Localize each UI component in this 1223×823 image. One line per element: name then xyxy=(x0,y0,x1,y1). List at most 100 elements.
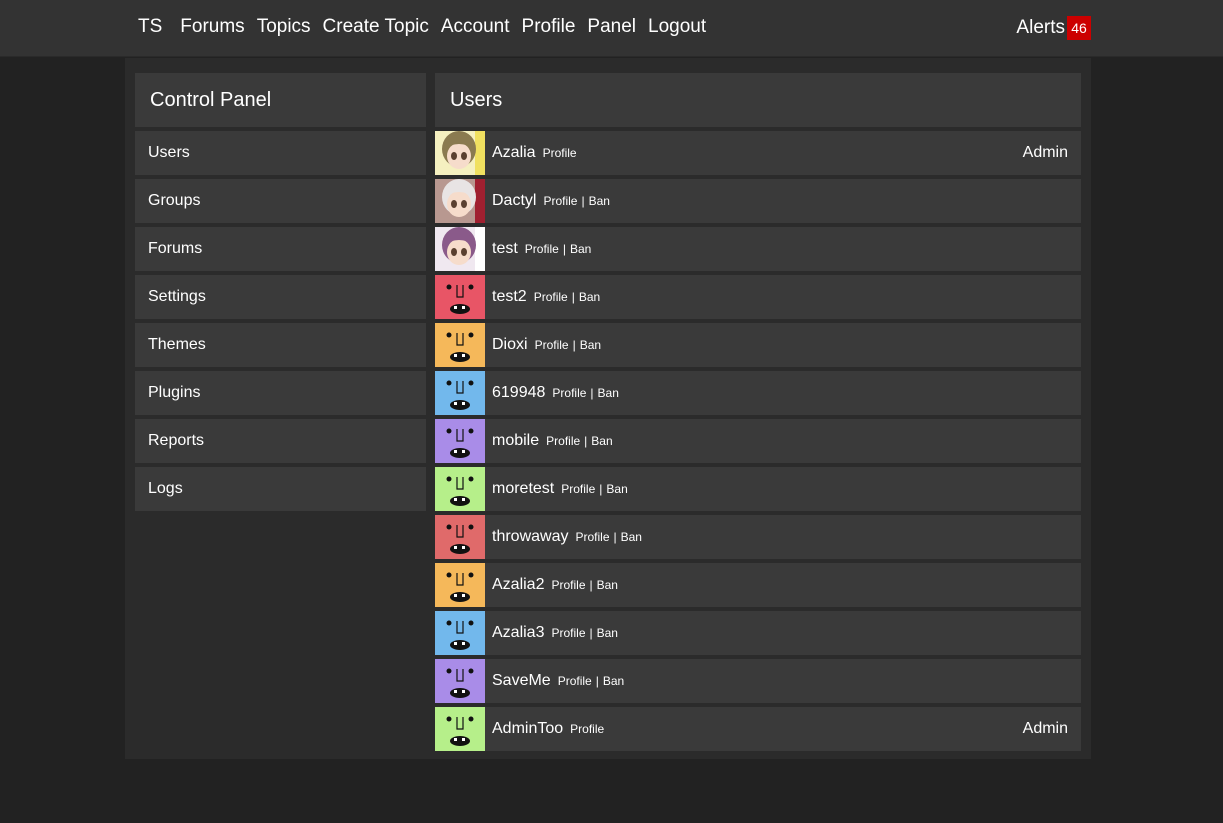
profile-link[interactable]: Profile xyxy=(561,482,595,496)
sidebar-item-users[interactable]: Users xyxy=(135,131,426,175)
user-name-link[interactable]: 619948 xyxy=(492,384,545,402)
ban-link[interactable]: Ban xyxy=(580,338,601,352)
link-separator: | xyxy=(613,530,617,544)
user-name-link[interactable]: test xyxy=(492,240,518,258)
user-avatar[interactable] xyxy=(435,515,485,559)
sidebar-item-logs[interactable]: Logs xyxy=(135,467,426,511)
nav-link-profile[interactable]: Profile xyxy=(522,14,576,40)
user-name-link[interactable]: mobile xyxy=(492,432,539,450)
top-navbar: TS Forums Topics Create Topic Account Pr… xyxy=(0,0,1223,57)
link-separator: | xyxy=(589,626,593,640)
nav-link-account[interactable]: Account xyxy=(441,14,510,40)
alerts-count-badge: 46 xyxy=(1067,16,1091,40)
user-row: throwaway Profile | Ban xyxy=(435,515,1081,559)
nav-link-create-topic[interactable]: Create Topic xyxy=(323,14,429,40)
user-avatar[interactable] xyxy=(435,371,485,415)
user-row: 619948 Profile | Ban xyxy=(435,371,1081,415)
user-avatar[interactable] xyxy=(435,611,485,655)
user-avatar[interactable] xyxy=(435,131,485,175)
user-row: Dactyl Profile | Ban xyxy=(435,179,1081,223)
nav-link-topics[interactable]: Topics xyxy=(257,14,311,40)
alerts-label: Alerts xyxy=(1016,17,1065,38)
user-role-tag: Admin xyxy=(1022,720,1068,737)
user-name-link[interactable]: AdminToo xyxy=(492,720,563,738)
user-action-links: Profile | Ban xyxy=(543,194,610,208)
profile-link[interactable]: Profile xyxy=(552,386,586,400)
control-panel-sidebar: Control Panel Users Groups Forums Settin… xyxy=(135,73,426,511)
ban-link[interactable]: Ban xyxy=(598,386,619,400)
user-action-links: Profile | Ban xyxy=(551,626,618,640)
user-avatar[interactable] xyxy=(435,323,485,367)
profile-link[interactable]: Profile xyxy=(575,530,609,544)
sidebar-item-settings[interactable]: Settings xyxy=(135,275,426,319)
user-row: AdminToo Profile Admin xyxy=(435,707,1081,751)
user-avatar[interactable] xyxy=(435,659,485,703)
user-row: SaveMe Profile | Ban xyxy=(435,659,1081,703)
user-row: test2 Profile | Ban xyxy=(435,275,1081,319)
users-panel-title: Users xyxy=(435,73,1081,127)
nav-link-logout[interactable]: Logout xyxy=(648,14,706,40)
profile-link[interactable]: Profile xyxy=(546,434,580,448)
user-name-link[interactable]: throwaway xyxy=(492,528,568,546)
ban-link[interactable]: Ban xyxy=(570,242,591,256)
alerts-button[interactable]: Alerts 46 xyxy=(1016,16,1091,40)
user-row: moretest Profile | Ban xyxy=(435,467,1081,511)
user-name-link[interactable]: Dioxi xyxy=(492,336,528,354)
user-name-link[interactable]: Azalia2 xyxy=(492,576,544,594)
ban-link[interactable]: Ban xyxy=(606,482,627,496)
link-separator: | xyxy=(589,578,593,592)
profile-link[interactable]: Profile xyxy=(551,626,585,640)
profile-link[interactable]: Profile xyxy=(535,338,569,352)
sidebar-item-forums[interactable]: Forums xyxy=(135,227,426,271)
user-row: Azalia3 Profile | Ban xyxy=(435,611,1081,655)
user-name-link[interactable]: Azalia xyxy=(492,144,536,162)
nav-brand-link[interactable]: TS xyxy=(138,14,162,40)
user-row: Azalia Profile Admin xyxy=(435,131,1081,175)
ban-link[interactable]: Ban xyxy=(591,434,612,448)
profile-link[interactable]: Profile xyxy=(534,290,568,304)
user-avatar[interactable] xyxy=(435,227,485,271)
ban-link[interactable]: Ban xyxy=(579,290,600,304)
profile-link[interactable]: Profile xyxy=(570,722,604,736)
control-panel-title: Control Panel xyxy=(135,73,426,127)
profile-link[interactable]: Profile xyxy=(525,242,559,256)
sidebar-item-reports[interactable]: Reports xyxy=(135,419,426,463)
users-panel: Users Azalia Profile Admin Dactyl Profile | B… xyxy=(435,73,1081,751)
nav-links: TS Forums Topics Create Topic Account Pr… xyxy=(138,14,718,40)
link-separator: | xyxy=(572,338,576,352)
user-name-link[interactable]: Azalia3 xyxy=(492,624,544,642)
link-separator: | xyxy=(595,674,599,688)
user-avatar[interactable] xyxy=(435,467,485,511)
user-name-link[interactable]: test2 xyxy=(492,288,527,306)
ban-link[interactable]: Ban xyxy=(621,530,642,544)
user-name-link[interactable]: Dactyl xyxy=(492,192,536,210)
user-name-link[interactable]: moretest xyxy=(492,480,554,498)
user-name-link[interactable]: SaveMe xyxy=(492,672,551,690)
link-separator: | xyxy=(599,482,603,496)
ban-link[interactable]: Ban xyxy=(603,674,624,688)
ban-link[interactable]: Ban xyxy=(597,626,618,640)
profile-link[interactable]: Profile xyxy=(551,578,585,592)
link-separator: | xyxy=(571,290,575,304)
profile-link[interactable]: Profile xyxy=(543,146,577,160)
sidebar-item-plugins[interactable]: Plugins xyxy=(135,371,426,415)
user-avatar[interactable] xyxy=(435,707,485,751)
user-list: Azalia Profile Admin Dactyl Profile | Ban tes… xyxy=(435,131,1081,751)
ban-link[interactable]: Ban xyxy=(597,578,618,592)
user-row: test Profile | Ban xyxy=(435,227,1081,271)
ban-link[interactable]: Ban xyxy=(589,194,610,208)
user-avatar[interactable] xyxy=(435,563,485,607)
user-avatar[interactable] xyxy=(435,419,485,463)
sidebar-item-groups[interactable]: Groups xyxy=(135,179,426,223)
user-role-tag: Admin xyxy=(1022,144,1068,161)
sidebar-item-themes[interactable]: Themes xyxy=(135,323,426,367)
user-avatar[interactable] xyxy=(435,275,485,319)
profile-link[interactable]: Profile xyxy=(543,194,577,208)
nav-link-forums[interactable]: Forums xyxy=(180,14,244,40)
user-action-links: Profile | Ban xyxy=(552,386,619,400)
user-avatar[interactable] xyxy=(435,179,485,223)
user-action-links: Profile | Ban xyxy=(534,290,601,304)
profile-link[interactable]: Profile xyxy=(558,674,592,688)
user-action-links: Profile | Ban xyxy=(546,434,613,448)
nav-link-panel[interactable]: Panel xyxy=(587,14,636,40)
